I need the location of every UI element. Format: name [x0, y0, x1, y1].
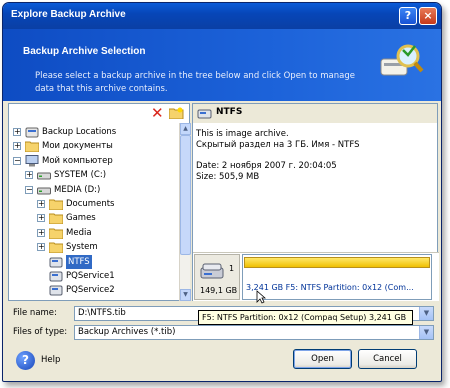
- archive-type-text: This is image archive.: [196, 129, 289, 139]
- folder-icon: [48, 212, 64, 225]
- tree-item-label: Backup Locations: [42, 127, 117, 137]
- title-close-button[interactable]: ×: [419, 7, 437, 25]
- archive-comment-text: Скрытый раздел на 3 ГБ. Имя - NTFS: [196, 140, 360, 150]
- new-folder-icon[interactable]: [169, 107, 184, 119]
- tree-item[interactable]: + Documents: [9, 197, 177, 211]
- file-type-value: Backup Archives (*.tib): [78, 327, 176, 337]
- tree-item-label: MEDIA (D:): [54, 184, 101, 195]
- file-type-select[interactable]: Backup Archives (*.tib) ▼: [74, 325, 434, 340]
- file-name-label: File name:: [13, 308, 57, 318]
- tree-item-label: Documents: [66, 199, 115, 209]
- expand-icon[interactable]: +: [13, 128, 21, 136]
- tree-item-label: Media: [66, 227, 92, 238]
- tree-item[interactable]: − Мой компьютер: [9, 154, 177, 168]
- chevron-down-icon[interactable]: ▼: [419, 326, 433, 339]
- expand-icon[interactable]: +: [37, 214, 45, 223]
- expand-icon[interactable]: +: [25, 171, 33, 180]
- help-link[interactable]: Help: [41, 355, 60, 365]
- tree-item[interactable]: + System: [9, 240, 177, 254]
- computer-icon: [25, 154, 39, 167]
- tree-item[interactable]: + Media: [9, 226, 177, 240]
- archive-icon: [49, 270, 63, 282]
- tree-toolbar: ✕: [9, 104, 189, 123]
- expand-icon[interactable]: +: [37, 200, 45, 208]
- expand-icon[interactable]: +: [13, 142, 21, 151]
- scroll-up-arrow-icon[interactable]: ▲: [180, 123, 191, 135]
- disk-size: 149,1 GB: [200, 286, 238, 295]
- tree-item-label: System: [66, 242, 98, 253]
- archive-icon: [197, 109, 212, 119]
- cancel-button[interactable]: Cancel: [358, 349, 417, 369]
- info-header: NTFS: [193, 104, 437, 123]
- chevron-down-icon[interactable]: ▼: [419, 307, 433, 320]
- tree-item-label: Games: [66, 213, 96, 224]
- tree-item[interactable]: + SYSTEM (C:): [9, 168, 177, 182]
- archive-tree-panel[interactable]: ✕ + Backup Locations + Мои документы − Мой ко…: [8, 103, 191, 301]
- backup-locations-icon: [25, 126, 39, 138]
- archive-search-icon: [380, 44, 424, 76]
- header-title: Backup Archive Selection: [23, 46, 146, 57]
- folder-icon: [48, 241, 64, 254]
- explore-backup-archive-dialog: Explore Backup Archive ? × Backup Archiv…: [2, 2, 442, 382]
- archive-icon: [49, 256, 63, 268]
- disk-map: 1 149,1 GB 3,241 GB F5: NTFS Partition: …: [193, 252, 439, 301]
- tree-item[interactable]: NTFS: [9, 254, 177, 269]
- mouse-cursor-icon: [256, 290, 266, 304]
- scroll-down-arrow-icon[interactable]: ▼: [180, 289, 191, 301]
- partition-usage-bar: [244, 257, 430, 268]
- delete-icon[interactable]: ✕: [151, 105, 164, 121]
- collapse-icon[interactable]: −: [13, 156, 21, 165]
- drive-icon: [37, 169, 51, 181]
- tree-item-label: PQService2: [66, 285, 115, 296]
- tree-item[interactable]: + Мои документы: [9, 139, 177, 153]
- expand-icon[interactable]: +: [37, 228, 45, 237]
- tree-item[interactable]: − MEDIA (D:): [9, 183, 177, 197]
- tree-item[interactable]: PQService2: [9, 283, 177, 297]
- tree-item-label: Мой компьютер: [42, 155, 113, 166]
- tree-item-label: NTFS: [66, 254, 92, 269]
- partition-label: 3,241 GB F5: NTFS Partition: 0x12 (Com..…: [246, 283, 414, 292]
- partition-item[interactable]: 3,241 GB F5: NTFS Partition: 0x12 (Com..…: [242, 254, 432, 300]
- archive-size-text: Size: 505,9 MB: [196, 172, 260, 182]
- tree-vertical-scrollbar[interactable]: ▲ ▼: [179, 123, 191, 301]
- header-description: Please select a backup archive in the tr…: [35, 71, 355, 94]
- open-button[interactable]: Open: [293, 349, 352, 369]
- tree-item-label: Мои документы: [42, 141, 113, 152]
- tree-item-label: SYSTEM (C:): [54, 170, 107, 181]
- file-name-value: D:\NTFS.tib: [78, 308, 126, 318]
- header-banner: Backup Archive Selection Please select a…: [3, 29, 441, 101]
- window-title: Explore Backup Archive: [11, 9, 126, 20]
- archive-date-text: Date: 2 ноября 2007 г. 20:04:05: [196, 161, 337, 171]
- collapse-icon[interactable]: −: [25, 185, 33, 194]
- archive-name: NTFS: [216, 107, 243, 117]
- disk-number: 1: [229, 264, 235, 273]
- drive-icon: [37, 184, 51, 196]
- archive-info-panel: NTFS This is image archive. Скрытый разд…: [192, 103, 439, 301]
- disk-item[interactable]: 1 149,1 GB: [194, 254, 240, 300]
- title-help-button[interactable]: ?: [399, 7, 417, 25]
- archive-icon: [49, 284, 63, 296]
- folder-icon: [48, 227, 64, 240]
- title-bar[interactable]: Explore Backup Archive ? ×: [3, 3, 441, 29]
- tree-item[interactable]: + Backup Locations: [9, 125, 177, 139]
- tree-item-label: PQService1: [66, 271, 115, 281]
- tree-item[interactable]: PQService1: [9, 269, 177, 283]
- folder-icon: [24, 140, 40, 153]
- hard-disk-icon: [200, 263, 224, 279]
- tree-item[interactable]: + Games: [9, 211, 177, 225]
- expand-icon[interactable]: +: [37, 243, 45, 252]
- folder-icon: [48, 198, 64, 211]
- scroll-thumb[interactable]: [180, 135, 191, 255]
- partition-tooltip: F5: NTFS Partition: 0x12 (Compaq Setup) …: [198, 310, 413, 325]
- help-icon[interactable]: ?: [16, 351, 35, 370]
- file-type-label: Files of type:: [13, 327, 68, 337]
